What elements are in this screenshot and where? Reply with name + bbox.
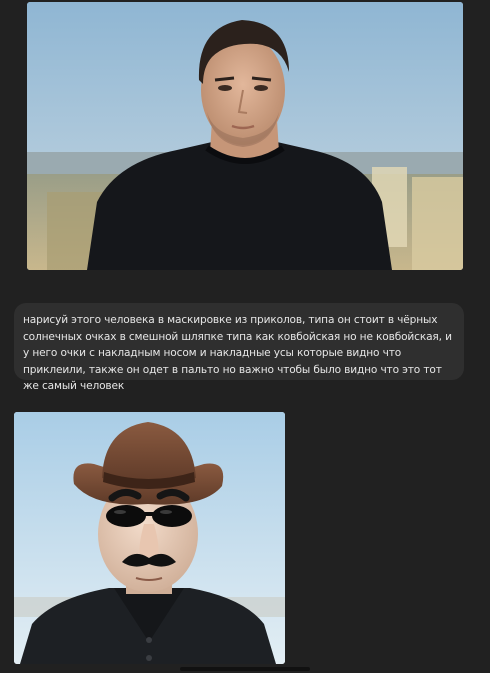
man-photo-icon [27,2,463,270]
user-message-bubble: нарисуй этого человека в маскировке из п… [14,303,464,392]
attached-photo[interactable] [27,2,463,270]
home-indicator [180,667,310,671]
chat-view: нарисуй этого человека в маскировке из п… [0,0,490,673]
user-message-text: нарисуй этого человека в маскировке из п… [23,314,452,392]
disguised-man-icon [14,412,285,664]
generated-image[interactable] [14,412,285,664]
